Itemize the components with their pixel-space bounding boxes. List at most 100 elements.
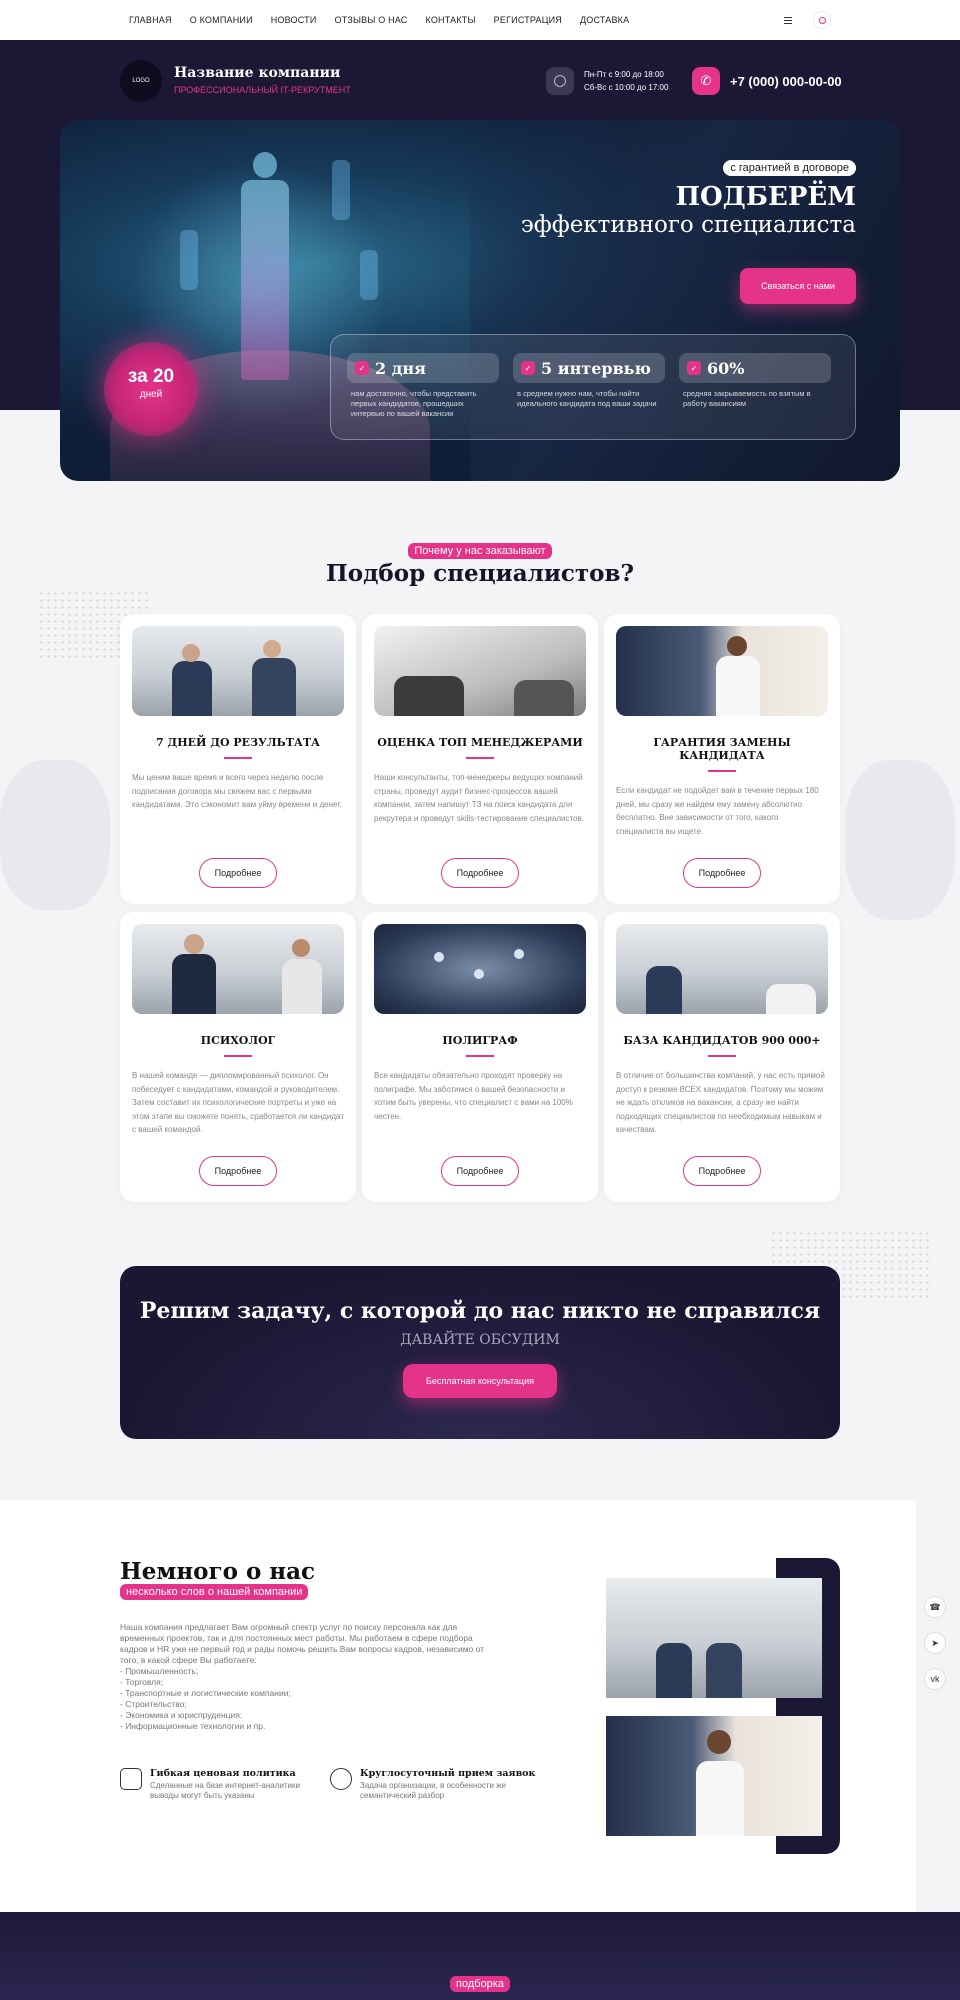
nav-link-news[interactable]: НОВОСТИ — [271, 15, 317, 25]
nav-link-delivery[interactable]: ДОСТАВКА — [580, 15, 629, 25]
hero-banner: за 20 дней с гарантией в договоре ПОДБЕР… — [60, 120, 900, 481]
hero-title: ПОДБЕРЁМ — [675, 182, 856, 212]
company-block: Название компании ПРОФЕССИОНАЛЬНЫЙ IT-РЕ… — [174, 65, 351, 95]
card-image — [132, 626, 344, 716]
card-title: ОЦЕНКА ТОП МЕНЕДЖЕРАМИ — [377, 736, 583, 749]
about-text-line: временных проектов, так и для постоянных… — [120, 1633, 473, 1643]
decorative-illustration — [0, 760, 110, 910]
more-button[interactable]: Подробнее — [199, 1156, 277, 1186]
section-tag: Почему у нас заказывают — [0, 541, 960, 559]
whatsapp-icon[interactable]: ☎ — [924, 1596, 946, 1618]
card-text: Если кандидат не подойдет вам в течение … — [616, 786, 819, 836]
hours-weekdays: Пн-Пт с 9:00 до 18:00 — [584, 70, 664, 79]
card-title: ГАРАНТИЯ ЗАМЕНЫ КАНДИДАТА — [653, 736, 791, 762]
check-icon: ✓ — [521, 361, 535, 375]
stat-desc: в среднем нужно нам, чтобы найти идеальн… — [517, 389, 657, 408]
nav-link-reviews[interactable]: ОТЗЫВЫ О НАС — [335, 15, 408, 25]
logo[interactable]: LOGO — [120, 60, 162, 102]
card-title: ПОЛИГРАФ — [442, 1034, 518, 1047]
more-button[interactable]: Подробнее — [441, 1156, 519, 1186]
hologram-figure-icon — [360, 250, 378, 300]
contact-us-button[interactable]: Связаться с нами — [740, 268, 856, 304]
card-title: 7 ДНЕЙ ДО РЕЗУЛЬТАТА — [155, 736, 321, 749]
cta-banner: Решим задачу, с которой до нас никто не … — [120, 1266, 840, 1439]
cta-title: Решим задачу, с которой до нас никто не … — [139, 1298, 821, 1324]
about-section: Немного о нас несколько слов о нашей ком… — [0, 1500, 916, 1912]
stat-value: 2 дня — [375, 358, 426, 378]
search-icon[interactable] — [813, 11, 831, 29]
nav-icons — [779, 11, 831, 29]
hours-weekend: Сб-Вс с 10:00 до 17:00 — [584, 83, 669, 92]
cta-subtitle: ДАВАЙТЕ ОБСУДИМ — [400, 1332, 560, 1348]
services-grid: 7 ДНЕЙ ДО РЕЗУЛЬТАТА Мы ценим ваше время… — [120, 614, 840, 1202]
service-card: ПСИХОЛОГ В нашей команде — дипломированн… — [120, 912, 356, 1202]
card-title: ПСИХОЛОГ — [200, 1034, 276, 1047]
card-text: В нашей команде — дипломированный психол… — [132, 1071, 344, 1134]
hologram-figure-icon — [180, 230, 198, 290]
days-badge-value: за 20 — [127, 366, 175, 387]
about-text-line: - Промышленность; — [120, 1666, 199, 1676]
telegram-icon[interactable]: ➤ — [924, 1632, 946, 1654]
company-tagline: ПРОФЕССИОНАЛЬНЫЙ IT-РЕКРУТМЕНТ — [174, 85, 351, 95]
card-title: БАЗА КАНДИДАТОВ 900 000+ — [623, 1034, 821, 1047]
phone-block[interactable]: ✆ +7 (000) 000-00-00 — [692, 67, 842, 95]
more-button[interactable]: Подробнее — [683, 858, 761, 888]
free-consultation-button[interactable]: Бесплатная консультация — [403, 1364, 557, 1398]
card-image — [374, 626, 586, 716]
more-button[interactable]: Подробнее — [199, 858, 277, 888]
card-image — [616, 924, 828, 1014]
phone-number[interactable]: +7 (000) 000-00-00 — [730, 74, 842, 89]
about-text-line: - Экономика и юриспруденция; — [120, 1710, 243, 1720]
stat-item: ✓ 2 дня нам достаточно, чтобы представить… — [347, 353, 499, 419]
nav-link-about[interactable]: О КОМПАНИИ — [190, 15, 253, 25]
nav-link-contacts[interactable]: КОНТАКТЫ — [426, 15, 476, 25]
feature-title: Гибкая ценовая политика — [150, 1768, 296, 1779]
handshake-icon — [330, 1768, 352, 1790]
clock-icon — [546, 67, 574, 95]
stat-value: 60% — [707, 358, 745, 378]
hologram-person-icon — [235, 152, 295, 382]
phone-icon[interactable]: ✆ — [692, 67, 720, 95]
section-tag-label: подборка — [450, 1976, 510, 1992]
stats-panel: ✓ 2 дня нам достаточно, чтобы представить… — [330, 334, 856, 440]
stat-desc: средняя закрываемость по взятым в работу… — [683, 389, 811, 408]
more-button[interactable]: Подробнее — [683, 1156, 761, 1186]
hero-subtitle: эффективного специалиста — [520, 212, 856, 238]
service-card: БАЗА КАНДИДАТОВ 900 000+ В отличие от бо… — [604, 912, 840, 1202]
feature-item: Гибкая ценовая политика Сделанные на баз… — [120, 1768, 315, 1801]
about-photo-woman — [606, 1716, 822, 1836]
card-image — [374, 924, 586, 1014]
feature-desc: Задача организации, в особенности же сем… — [360, 1781, 506, 1800]
about-title: Немного о нас — [120, 1558, 316, 1585]
stat-desc: нам достаточно, чтобы представить первых… — [351, 389, 477, 418]
guarantee-tag: с гарантией в договоре — [723, 160, 856, 176]
feature-desc: Сделанные на базе интернет-аналитики выв… — [150, 1781, 300, 1800]
service-card: ОЦЕНКА ТОП МЕНЕДЖЕРАМИ Наши консультанты… — [362, 614, 598, 904]
service-card: ПОЛИГРАФ Все кандидаты обязательно прохо… — [362, 912, 598, 1202]
card-text: Все кандидаты обязательно проходят прове… — [374, 1071, 573, 1121]
about-text-line: - Транспортные и логистические компании; — [120, 1688, 291, 1698]
card-text: Наши консультанты, топ-менеджеры ведущих… — [374, 773, 584, 823]
about-text-line: того, в какой сфере Вы работаете: — [120, 1655, 257, 1665]
nav-link-home[interactable]: ГЛАВНАЯ — [129, 15, 172, 25]
about-text-line: кадров и HR уже не первый год и рады пом… — [120, 1644, 485, 1654]
nav-links: ГЛАВНАЯ О КОМПАНИИ НОВОСТИ ОТЗЫВЫ О НАС … — [129, 15, 647, 25]
decorative-illustration — [845, 760, 955, 920]
nav-link-register[interactable]: РЕГИСТРАЦИЯ — [494, 15, 562, 25]
top-navigation: ГЛАВНАЯ О КОМПАНИИ НОВОСТИ ОТЗЫВЫ О НАС … — [0, 0, 960, 40]
next-section: подборка — [0, 1912, 960, 2000]
about-text-line: - Строительство; — [120, 1699, 187, 1709]
about-text-line: Наша компания предлагает Вам огромный сп… — [120, 1622, 458, 1632]
menu-icon[interactable] — [779, 11, 797, 29]
stat-item: ✓ 60% средняя закрываемость по взятым в р… — [679, 353, 831, 409]
days-badge-unit: дней — [139, 389, 163, 400]
section-title: Подбор специалистов? — [326, 560, 634, 587]
card-image — [616, 626, 828, 716]
about-text-line: - Торговля; — [120, 1677, 164, 1687]
more-button[interactable]: Подробнее — [441, 858, 519, 888]
check-icon: ✓ — [355, 361, 369, 375]
service-card: ГАРАНТИЯ ЗАМЕНЫ КАНДИДАТА Если кандидат … — [604, 614, 840, 904]
service-card: 7 ДНЕЙ ДО РЕЗУЛЬТАТА Мы ценим ваше время… — [120, 614, 356, 904]
social-links: ☎ ➤ vk — [924, 1596, 946, 1690]
vk-icon[interactable]: vk — [924, 1668, 946, 1690]
